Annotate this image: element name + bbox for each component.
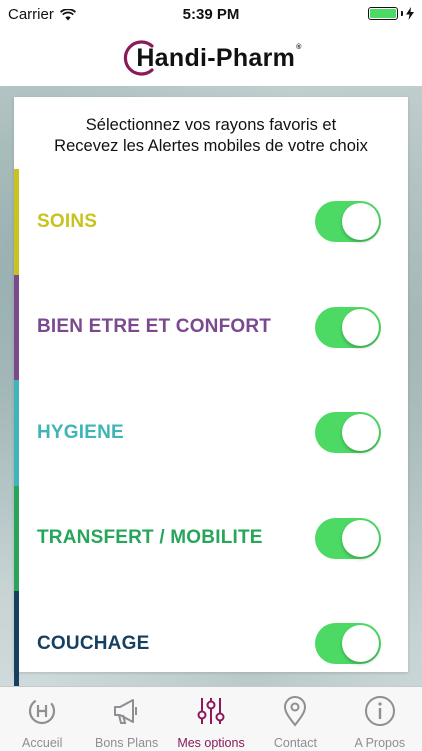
tab-label: Accueil <box>22 736 63 750</box>
category-row: COUCHAGE <box>14 591 408 697</box>
category-toggle[interactable] <box>315 201 381 243</box>
info-icon <box>364 696 395 726</box>
category-label: SOINS <box>37 210 98 232</box>
handi-pharm-h-icon <box>29 697 56 725</box>
toggle-knob <box>342 203 379 241</box>
category-label: BIEN ETRE ET CONFORT <box>37 316 272 338</box>
tab-label: Bons Plans <box>94 736 159 750</box>
tab-label: Contact <box>273 736 317 750</box>
category-row: SOINS <box>14 169 408 275</box>
tab-label: A Propos <box>354 736 406 750</box>
category-toggle[interactable] <box>315 623 381 665</box>
category-toggle[interactable] <box>315 517 381 559</box>
category-label: HYGIENE <box>37 421 124 443</box>
tab-accueil[interactable]: Accueil <box>0 687 84 751</box>
status-right <box>368 7 414 20</box>
tab-bar: Accueil Bons Plans Mes options Contact A Pro… <box>0 686 422 751</box>
handi-pharm-logo: Handi-Pharm® <box>120 38 301 78</box>
map-pin-icon <box>284 696 307 727</box>
megaphone-icon <box>113 699 137 724</box>
intro-line-2: Recevez les Alertes mobiles de votre cho… <box>54 137 368 155</box>
options-card: Sélectionnez vos rayons favoris et Recev… <box>14 97 408 697</box>
tab-bons-plans[interactable]: Bons Plans <box>84 687 168 751</box>
tab-label: Mes options <box>177 736 245 750</box>
logo-text: Handi-Pharm® <box>136 44 301 73</box>
tab-contact[interactable]: Contact <box>253 687 337 751</box>
status-bar: Carrier 5:39 PM <box>0 0 422 30</box>
category-row: BIEN ETRE ET CONFORT <box>14 274 408 380</box>
status-time: 5:39 PM <box>182 6 240 23</box>
category-label: TRANSFERT / MOBILITE <box>37 527 263 549</box>
category-toggle[interactable] <box>315 412 381 454</box>
logo-registered-mark: ® <box>296 43 302 51</box>
intro-line-1: Sélectionnez vos rayons favoris et <box>85 116 337 134</box>
category-row: HYGIENE <box>14 380 408 486</box>
sliders-icon <box>197 698 225 724</box>
toggle-knob <box>342 308 379 346</box>
toggle-knob <box>342 414 379 452</box>
logo-wordmark: Handi-Pharm <box>136 43 296 72</box>
tab-a-propos[interactable]: A Propos <box>338 687 422 751</box>
battery-fill <box>370 9 396 18</box>
battery-icon <box>368 7 398 20</box>
toggle-knob <box>342 625 379 663</box>
category-list: SOINS BIEN ETRE ET CONFORT HYGIENE TRANSFER… <box>14 169 408 697</box>
tab-mes-options[interactable]: Mes options <box>169 687 253 751</box>
app-header: Handi-Pharm® <box>0 30 422 86</box>
toggle-knob <box>342 519 379 557</box>
charging-bolt-icon <box>406 7 414 20</box>
category-toggle[interactable] <box>315 306 381 348</box>
category-label: COUCHAGE <box>37 632 150 654</box>
battery-tip <box>401 11 403 16</box>
intro-text: Sélectionnez vos rayons favoris et Recev… <box>14 97 408 169</box>
category-row: TRANSFERT / MOBILITE <box>14 485 408 591</box>
